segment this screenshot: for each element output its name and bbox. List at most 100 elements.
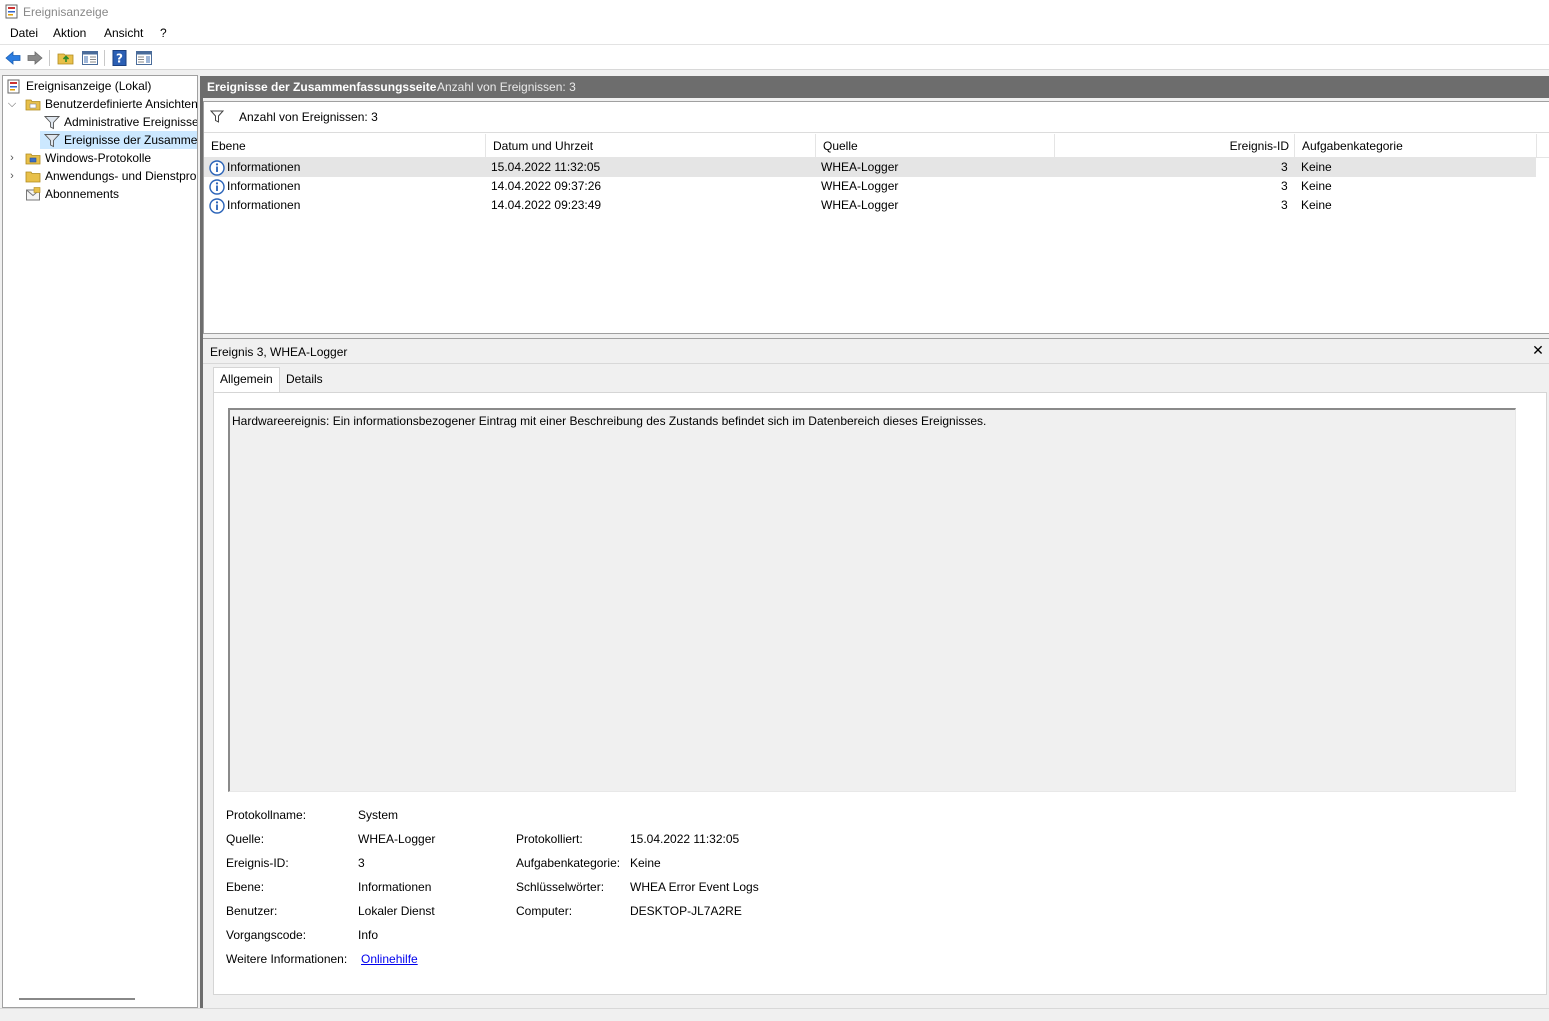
pane-header: Ereignisse der Zusammenfassungsseite Anz… [200,76,1549,98]
label-log-name: Protokollname: [226,808,307,822]
column-header-event-id[interactable]: Ereignis-ID [1055,134,1295,158]
event-datetime: 15.04.2022 11:32:05 [491,160,601,174]
window-title: Ereignisanzeige [23,5,109,19]
value-computer: DESKTOP-JL7A2RE [630,904,742,918]
status-bar [0,1008,1549,1021]
filter-count-text: Anzahl von Ereignissen: 3 [239,110,378,124]
menu-aktion[interactable]: Aktion [53,26,86,40]
label-task-category: Aufgabenkategorie: [516,856,621,870]
chevron-right-icon[interactable]: › [6,167,18,185]
event-level: Informationen [227,179,301,193]
event-list-pane: Anzahl von Ereignissen: 3 Ebene Datum un… [203,101,1549,334]
column-header-source[interactable]: Quelle [816,134,1055,158]
tree-item-label: Windows-Protokolle [45,151,152,165]
forward-arrow-icon[interactable] [26,49,44,67]
event-message: Hardwareereignis: Ein informationsbezoge… [232,414,987,428]
tree-item-admin-events[interactable]: Administrative Ereignisse [3,113,197,131]
event-viewer-app-icon [5,4,18,19]
chevron-down-icon[interactable]: ⌵ [6,95,18,113]
event-viewer-window: Ereignisanzeige Datei Aktion Ansicht ? ? [0,0,1549,1021]
event-row[interactable]: Informationen 14.04.2022 09:37:26 WHEA-L… [204,177,1536,196]
event-source: WHEA-Logger [821,198,899,212]
label-event-id: Ereignis-ID: [226,856,289,870]
toolbar: ? [0,44,1549,70]
show-hide-tree-icon[interactable] [81,49,99,67]
folder-icon [25,153,41,165]
tab-general[interactable]: Allgemein [213,367,280,392]
value-user: Lokaler Dienst [358,904,435,918]
tree-item-subscriptions[interactable]: Abonnements [3,185,197,203]
tree-item-app-service-logs[interactable]: › Anwendungs- und Dienstpro [3,167,197,185]
information-icon [209,160,225,176]
label-opcode: Vorgangscode: [226,928,307,942]
event-row[interactable]: Informationen 15.04.2022 11:32:05 WHEA-L… [204,158,1536,177]
tree-item-summary-events[interactable]: Ereignisse der Zusammen [40,131,197,149]
value-level: Informationen [358,880,432,894]
show-hide-action-icon[interactable] [135,49,153,67]
label-user: Benutzer: [226,904,278,918]
column-header-task-category[interactable]: Aufgabenkategorie [1295,134,1537,158]
column-header-level[interactable]: Ebene [204,134,486,158]
information-icon [209,198,225,214]
information-icon [209,179,225,195]
pane-event-count: Anzahl von Ereignissen: 3 [437,80,576,94]
event-level: Informationen [227,198,301,212]
tree-item-label: Administrative Ereignisse [64,115,198,129]
pane-title: Ereignisse der Zusammenfassungsseite [207,80,437,94]
value-keywords: WHEA Error Event Logs [630,880,759,894]
tree-item-custom-views[interactable]: ⌵ Benutzerdefinierte Ansichten [3,95,197,113]
menu-datei[interactable]: Datei [10,26,38,40]
event-task-category: Keine [1301,160,1332,174]
chevron-right-icon[interactable]: › [6,149,18,167]
event-id: 3 [1281,160,1288,174]
label-logged: Protokolliert: [516,832,583,846]
event-level: Informationen [227,160,301,174]
tree-item-windows-logs[interactable]: › Windows-Protokolle [3,149,197,167]
tree-item-label: Benutzerdefinierte Ansichten [45,97,198,111]
column-header-row: Ebene Datum und Uhrzeit Quelle Ereignis-… [204,134,1549,158]
close-icon[interactable]: ✕ [1530,342,1546,358]
event-id: 3 [1281,198,1288,212]
general-tab-body: Hardwareereignis: Ein informationsbezoge… [213,392,1547,995]
event-task-category: Keine [1301,179,1332,193]
value-task-category: Keine [630,856,661,870]
filter-icon [44,134,60,148]
folder-up-icon[interactable] [57,49,75,67]
navigation-tree: Ereignisanzeige (Lokal) ⌵ Benutzerdefini… [2,75,198,1008]
value-log-name: System [358,808,399,822]
value-logged: 15.04.2022 11:32:05 [630,832,740,846]
event-message-box[interactable]: Hardwareereignis: Ein informationsbezoge… [228,408,1516,792]
toolbar-separator [104,50,105,66]
back-arrow-icon[interactable] [4,49,22,67]
event-source: WHEA-Logger [821,179,899,193]
detail-header: Ereignis 3, WHEA-Logger ✕ [203,338,1549,364]
tree-item-label: Anwendungs- und Dienstpro [45,169,197,183]
tree-item-root[interactable]: Ereignisanzeige (Lokal) [3,77,197,95]
folder-icon [25,99,41,111]
tree-item-label: Abonnements [45,187,120,201]
detail-title: Ereignis 3, WHEA-Logger [210,345,348,359]
label-computer: Computer: [516,904,573,918]
menu-ansicht[interactable]: Ansicht [104,26,143,40]
help-icon[interactable]: ? [111,49,129,67]
tab-details[interactable]: Details [280,368,329,392]
label-more-info: Weitere Informationen: [226,952,348,966]
label-keywords: Schlüsselwörter: [516,880,605,894]
value-opcode: Info [358,928,379,942]
online-help-link[interactable]: Onlinehilfe [361,952,418,966]
tree-item-label: Ereignisanzeige (Lokal) [26,79,152,93]
column-header-datetime[interactable]: Datum und Uhrzeit [486,134,816,158]
tree-horizontal-scrollbar[interactable] [19,998,135,1000]
event-task-category: Keine [1301,198,1332,212]
event-datetime: 14.04.2022 09:37:26 [491,179,602,193]
event-row[interactable]: Informationen 14.04.2022 09:23:49 WHEA-L… [204,196,1536,215]
event-id: 3 [1281,179,1288,193]
menu-bar: Datei Aktion Ansicht ? [0,23,1549,44]
event-source: WHEA-Logger [821,160,899,174]
svg-text:?: ? [116,52,123,66]
value-event-id: 3 [358,856,365,870]
value-source: WHEA-Logger [358,832,436,846]
title-bar: Ereignisanzeige [0,0,1549,23]
menu-help[interactable]: ? [160,26,167,40]
toolbar-separator [49,50,50,66]
